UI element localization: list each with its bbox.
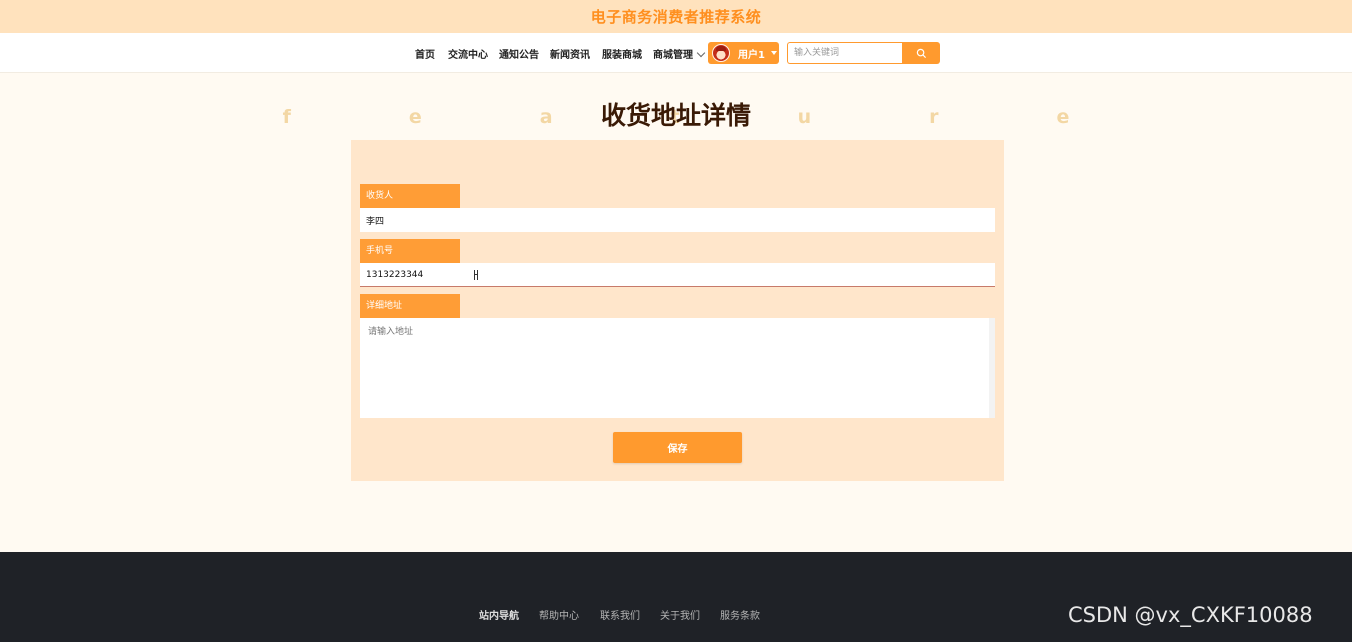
caret-down-icon — [770, 51, 777, 55]
nav-item-clothing-mall[interactable]: 服装商城 — [602, 46, 642, 61]
watermark: CSDN @vx_CXKF10088 — [1068, 603, 1313, 627]
phone-input[interactable]: 1313223344 — [360, 263, 995, 287]
search-icon — [916, 48, 926, 58]
navbar: 首页 交流中心 通知公告 新闻资讯 服装商城 商城管理 用户1 — [0, 33, 1352, 73]
text-cursor-icon — [474, 270, 478, 280]
search-input[interactable] — [787, 42, 902, 64]
phone-input-value: 1313223344 — [366, 269, 424, 280]
footer-link-contact[interactable]: 联系我们 — [600, 607, 640, 622]
nav-item-home[interactable]: 首页 — [415, 46, 435, 61]
nav-item-forum[interactable]: 交流中心 — [448, 46, 488, 61]
address-label: 详细地址 — [360, 294, 460, 318]
footer: 站内导航 帮助中心 联系我们 关于我们 服务条款 CSDN @vx_CXKF10… — [0, 552, 1352, 642]
footer-link-terms[interactable]: 服务条款 — [720, 607, 760, 622]
save-button[interactable]: 保存 — [613, 432, 742, 463]
address-form: 收货人 李四 手机号 1313223344 详细地址 保存 — [351, 140, 1004, 481]
footer-link-site-nav[interactable]: 站内导航 — [479, 607, 519, 622]
nav-item-news[interactable]: 新闻资讯 — [550, 46, 590, 61]
chevron-down-icon — [696, 48, 706, 58]
site-title: 电子商务消费者推荐系统 — [590, 8, 762, 26]
user-name: 用户1 — [738, 49, 765, 61]
avatar — [712, 44, 730, 62]
footer-link-help[interactable]: 帮助中心 — [539, 607, 579, 622]
nav-item-mall-management[interactable]: 商城管理 — [653, 46, 706, 61]
receiver-label: 收货人 — [360, 184, 460, 208]
nav-item-notice[interactable]: 通知公告 — [499, 46, 539, 61]
page-title: 收货地址详情 — [600, 101, 751, 130]
nav-item-mall-management-label: 商城管理 — [653, 50, 693, 61]
address-textarea[interactable] — [360, 318, 995, 418]
user-menu-button[interactable]: 用户1 — [708, 42, 779, 64]
top-banner: 电子商务消费者推荐系统 — [0, 0, 1352, 33]
page-heading-area: feature 收货地址详情 — [0, 96, 1352, 136]
phone-label: 手机号 — [360, 239, 460, 263]
textarea-scrollbar[interactable] — [989, 318, 995, 418]
footer-link-about[interactable]: 关于我们 — [660, 607, 700, 622]
receiver-input[interactable]: 李四 — [360, 208, 995, 232]
search-button[interactable] — [902, 42, 940, 64]
